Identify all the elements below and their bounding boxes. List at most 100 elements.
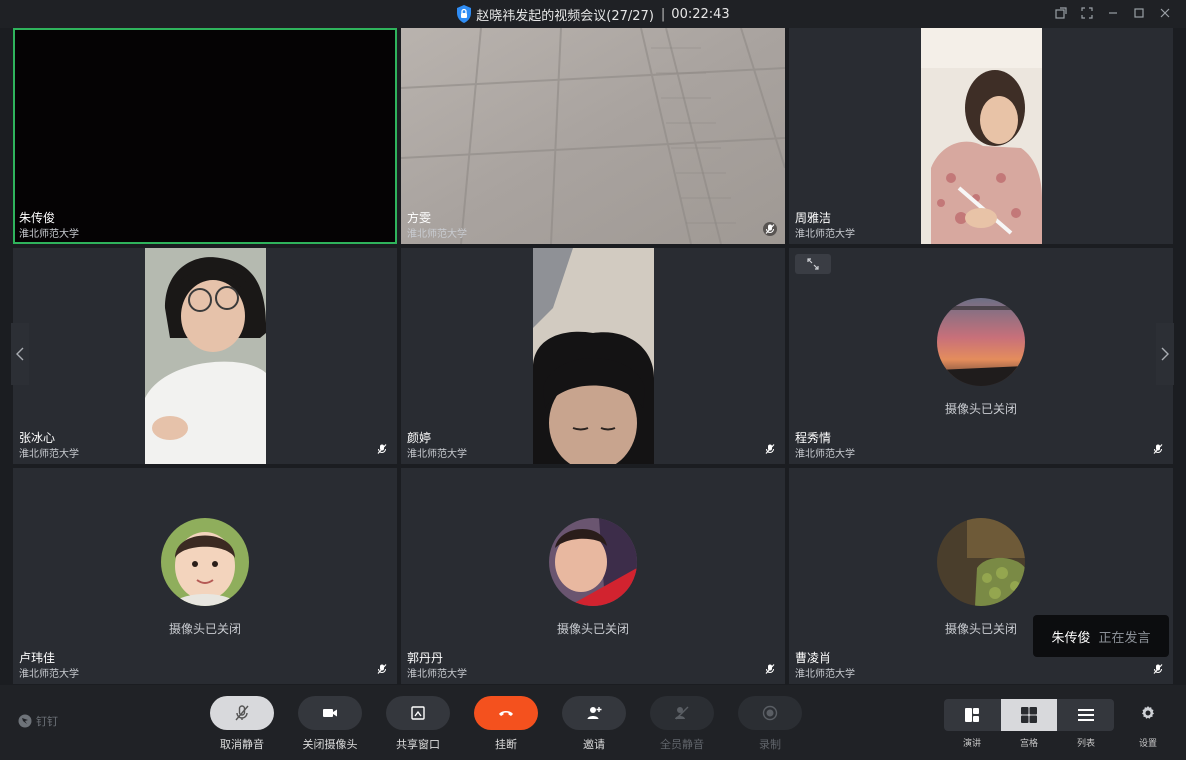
layout-list-button[interactable] [1057, 699, 1114, 731]
popout-icon[interactable] [1054, 6, 1068, 20]
participant-name: 曹凌肖 [795, 651, 832, 665]
video-grid: 朱传俊 淮北师范大学 方雯 淮北师范大学 周雅洁 淮北师范大学 张冰心 淮北师范… [13, 28, 1175, 685]
layout-list-label: 列表 [1076, 739, 1095, 749]
maximize-icon[interactable] [1132, 6, 1146, 20]
participant-name: 卢玮佳 [19, 651, 56, 665]
participant-tile[interactable]: 摄像头已关闭 郭丹丹 淮北师范大学 [401, 468, 785, 684]
grid-layout-icon [1021, 707, 1037, 723]
fullscreen-icon[interactable] [1080, 6, 1094, 20]
participant-org: 淮北师范大学 [407, 229, 467, 240]
chevron-left-icon [16, 347, 24, 361]
participant-tile[interactable]: 颜婷 淮北师范大学 [401, 248, 785, 464]
mic-off-icon [235, 705, 249, 721]
gear-icon [1142, 706, 1154, 719]
participant-name: 郭丹丹 [407, 651, 444, 665]
speaker-status: 正在发言 [1098, 630, 1151, 646]
share-window-label: 共享窗口 [396, 738, 440, 751]
participant-avatar [937, 298, 1025, 386]
mute-all-button[interactable]: 全员静音 [650, 696, 714, 752]
participant-tile[interactable]: 摄像头已关闭 程秀情 淮北师范大学 [789, 248, 1173, 464]
participant-avatar [161, 518, 249, 606]
meeting-title: 赵晓祎发起的视频会议(27/27) | 00:22:43 [0, 0, 1186, 28]
prev-page-button[interactable] [11, 323, 29, 385]
layout-speaker-label: 演讲 [962, 739, 981, 749]
participant-avatar [549, 518, 637, 606]
video-feed [533, 248, 654, 464]
record-icon [762, 705, 778, 721]
chevron-right-icon [1161, 347, 1169, 361]
shield-lock-icon [457, 5, 472, 23]
camera-off-text: 摄像头已关闭 [168, 622, 241, 636]
expand-button[interactable] [795, 254, 831, 274]
unmute-button[interactable]: 取消静音 [210, 696, 274, 752]
record-button[interactable]: 录制 [738, 696, 802, 752]
participant-org: 淮北师范大学 [19, 669, 79, 680]
expand-icon [807, 258, 819, 270]
hangup-button[interactable]: 挂断 [474, 696, 538, 752]
camera-off-button[interactable]: 关闭摄像头 [298, 696, 362, 752]
layout-grid-button[interactable] [1000, 699, 1058, 731]
settings-label: 设置 [1138, 739, 1157, 749]
speaking-indicator: 朱传俊 正在发言 [1033, 615, 1169, 657]
add-user-icon [587, 707, 602, 719]
share-screen-icon [411, 706, 425, 720]
meeting-toolbar: 钉钉 取消静音 关闭摄像头 共享窗口 挂断 邀请 全员静音 录制 演讲 宫格 列… [0, 685, 1186, 760]
layout-grid-label: 宫格 [1019, 739, 1038, 749]
muted-mic-icon [377, 444, 387, 454]
muted-mic-icon [763, 222, 777, 236]
muted-mic-icon [765, 664, 775, 674]
participant-tile[interactable]: 摄像头已关闭 卢玮佳 淮北师范大学 [13, 468, 397, 684]
speaker-name: 朱传俊 [1051, 630, 1091, 646]
dingtalk-logo-icon [18, 714, 32, 728]
participant-name: 周雅洁 [795, 211, 832, 225]
brand-logo: 钉钉 [18, 713, 58, 729]
camera-off-text: 摄像头已关闭 [944, 402, 1017, 416]
share-window-button[interactable]: 共享窗口 [386, 696, 450, 752]
hangup-phone-icon [499, 711, 513, 716]
participant-org: 淮北师范大学 [407, 449, 467, 460]
camera-off-text: 摄像头已关闭 [556, 622, 629, 636]
participant-org: 淮北师范大学 [19, 229, 79, 240]
title-bar: 赵晓祎发起的视频会议(27/27) | 00:22:43 [0, 0, 1186, 28]
meeting-timer: 00:22:43 [671, 6, 730, 22]
record-label: 录制 [759, 738, 781, 751]
layout-switcher [944, 699, 1114, 731]
close-icon[interactable] [1158, 6, 1172, 20]
participant-name: 程秀情 [795, 431, 832, 445]
brand-name: 钉钉 [36, 715, 58, 728]
muted-mic-icon [377, 664, 387, 674]
invite-button[interactable]: 邀请 [562, 696, 626, 752]
muted-mic-icon [1153, 444, 1163, 454]
unmute-label: 取消静音 [220, 738, 264, 751]
speaker-layout-icon [965, 708, 980, 722]
title-separator: | [660, 6, 666, 22]
participant-name: 朱传俊 [19, 211, 56, 225]
mute-all-icon [675, 706, 689, 720]
list-layout-icon [1077, 709, 1094, 721]
minimize-icon[interactable] [1106, 6, 1120, 20]
participant-org: 淮北师范大学 [407, 669, 467, 680]
settings-button[interactable] [1134, 705, 1162, 725]
hangup-label: 挂断 [495, 738, 517, 751]
participant-org: 淮北师范大学 [795, 669, 855, 680]
layout-speaker-button[interactable] [944, 699, 1001, 731]
video-camera-icon [323, 709, 337, 717]
video-feed [921, 28, 1042, 244]
participant-tile[interactable]: 方雯 淮北师范大学 [401, 28, 785, 244]
camera-off-label: 关闭摄像头 [302, 738, 358, 751]
meeting-title-text: 赵晓祎发起的视频会议(27/27) [476, 8, 654, 24]
muted-mic-icon [765, 444, 775, 454]
video-feed [401, 28, 785, 244]
video-feed [145, 248, 266, 464]
participant-org: 淮北师范大学 [795, 449, 855, 460]
participant-name: 方雯 [407, 211, 432, 225]
participant-avatar [937, 518, 1025, 606]
participant-tile[interactable]: 周雅洁 淮北师范大学 [789, 28, 1173, 244]
next-page-button[interactable] [1156, 323, 1174, 385]
participant-org: 淮北师范大学 [19, 449, 79, 460]
mute-all-label: 全员静音 [660, 738, 704, 751]
participant-tile[interactable]: 朱传俊 淮北师范大学 [13, 28, 397, 244]
participant-tile[interactable]: 张冰心 淮北师范大学 [13, 248, 397, 464]
muted-mic-icon [1153, 664, 1163, 674]
participant-org: 淮北师范大学 [795, 229, 855, 240]
